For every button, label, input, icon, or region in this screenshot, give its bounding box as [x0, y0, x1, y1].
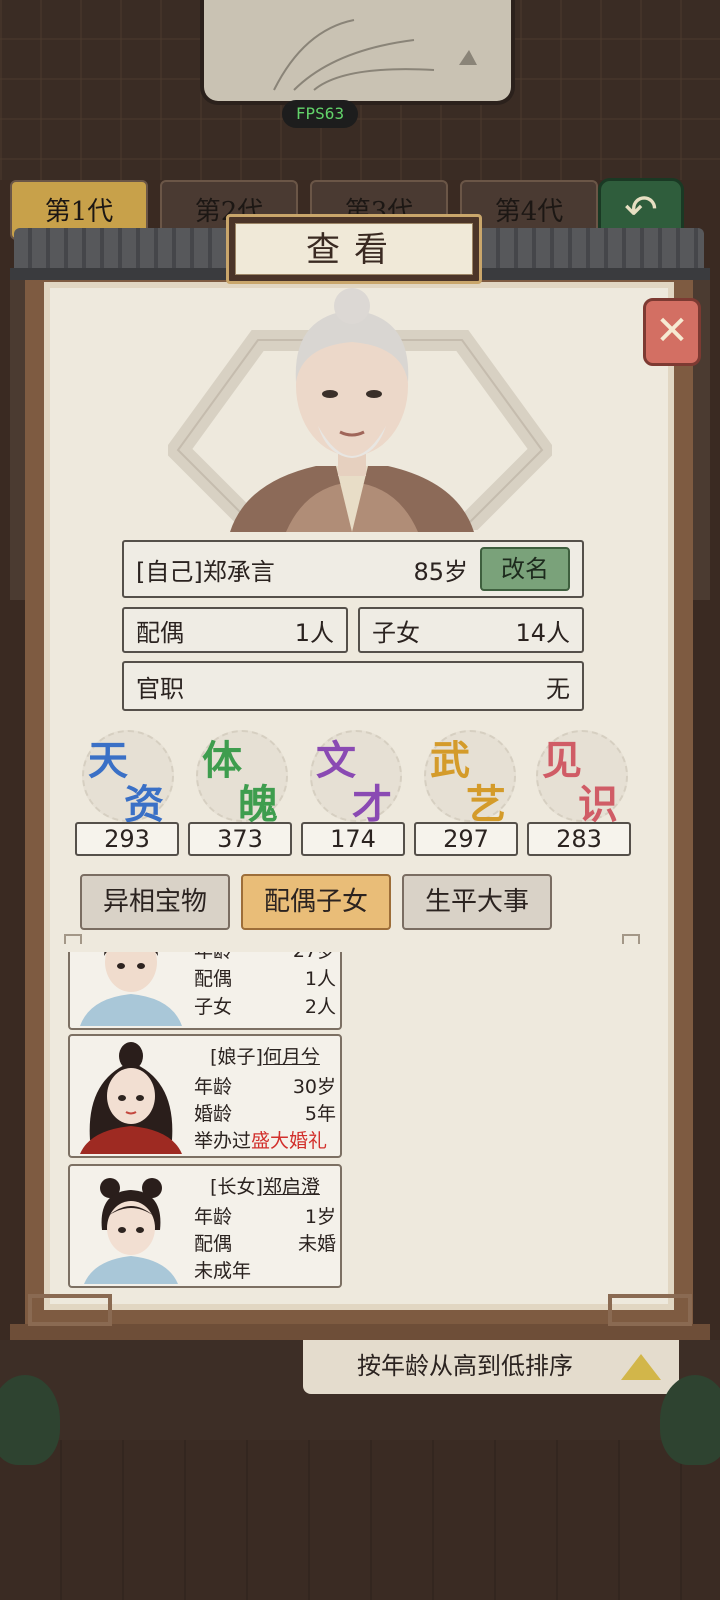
card-name-line: [娘子]何月兮	[194, 1042, 336, 1068]
person-age: 85岁	[413, 557, 468, 586]
card-line: 子女 2人	[194, 992, 336, 1018]
orchid-painting-icon	[273, 19, 477, 91]
dialog-title-plate: 查看	[226, 214, 482, 284]
person-name: [自己]郑承言	[136, 557, 275, 586]
fps-counter: FPS63	[282, 100, 358, 128]
tab-spouse-children[interactable]: 配偶子女	[241, 874, 391, 930]
tab-treasures[interactable]: 异相宝物	[80, 874, 230, 930]
elder-portrait	[230, 288, 474, 532]
card-name-link[interactable]: 郑启澄	[263, 1176, 320, 1198]
attribute-char-1: 体	[202, 737, 242, 784]
card-line: 配偶 1人	[194, 964, 336, 990]
card-role: [长女]	[210, 1176, 263, 1198]
attribute-literacy: 文 才	[302, 728, 410, 828]
attribute-value-knowledge: 283	[527, 822, 631, 856]
sort-label: 按年龄从高到低排序	[357, 1352, 573, 1380]
attribute-char-1: 文	[316, 737, 356, 784]
corner-decoration	[622, 934, 640, 944]
office-label: 官职	[136, 674, 184, 703]
attribute-value-literacy: 174	[301, 822, 405, 856]
attribute-char-1: 天	[88, 737, 128, 784]
card-event-prefix: 举办过	[194, 1130, 252, 1152]
close-icon[interactable]: ✕	[643, 298, 701, 366]
card-value: 27岁	[293, 952, 336, 962]
card-value: 30岁	[292, 1076, 336, 1098]
family-list[interactable]: 年龄 27岁 配偶 1人 子女 2人 [娘子]何月兮 年龄 30岁	[62, 952, 652, 1292]
attribute-value-physique: 373	[188, 822, 292, 856]
children-label: 子女	[372, 618, 420, 647]
tab-life-events[interactable]: 生平大事	[402, 874, 552, 930]
card-label: 婚龄	[194, 1103, 233, 1125]
card-status: 未成年	[194, 1260, 252, 1282]
attribute-char-1: 见	[542, 737, 582, 784]
attribute-char-1: 武	[430, 737, 470, 784]
corner-decoration	[64, 934, 82, 944]
card-name-line: [长女]郑启澄	[194, 1172, 336, 1198]
card-line: 年龄 30岁	[194, 1072, 336, 1098]
family-card[interactable]: 年龄 27岁 配偶 1人 子女 2人	[68, 952, 342, 1030]
office-value: 无	[546, 674, 570, 703]
card-value: 1人	[304, 968, 336, 990]
card-line: 年龄 1岁	[194, 1202, 336, 1228]
card-event-line: 举办过 盛大婚礼	[194, 1126, 344, 1152]
rename-button[interactable]: 改名	[480, 547, 570, 591]
family-card[interactable]: [娘子]何月兮 年龄 30岁 婚龄 5年 举办过 盛大婚礼	[68, 1034, 342, 1158]
card-label: 年龄	[194, 1206, 233, 1228]
dialog-footer-frame	[10, 1294, 710, 1340]
card-value: 1岁	[304, 1206, 336, 1228]
card-role: [娘子]	[210, 1046, 263, 1068]
sort-triangle-icon	[621, 1354, 661, 1380]
card-value: 未婚	[297, 1233, 336, 1255]
attribute-value-martial: 297	[414, 822, 518, 856]
attribute-martial: 武 艺	[416, 728, 524, 828]
card-label: 子女	[194, 996, 233, 1018]
card-label: 配偶	[194, 968, 233, 990]
sort-button[interactable]: 按年龄从高到低排序	[303, 1338, 679, 1394]
card-line: 未成年	[194, 1256, 336, 1282]
name-row: [自己]郑承言 85岁 改名	[122, 540, 584, 598]
wall-painting	[200, 0, 515, 105]
card-line: 婚龄 5年	[194, 1099, 336, 1125]
card-label: 配偶	[194, 1233, 233, 1255]
wife-avatar	[80, 1042, 182, 1154]
card-name-link[interactable]: 何月兮	[263, 1046, 320, 1068]
card-line: 配偶 未婚	[194, 1229, 336, 1255]
card-value: 2人	[304, 996, 336, 1018]
attribute-physique: 体 魄	[188, 728, 296, 828]
card-line: 年龄 27岁	[194, 952, 336, 962]
plant-right-icon	[660, 1375, 720, 1465]
office-row: 官职 无	[122, 661, 584, 711]
card-label: 年龄	[194, 952, 232, 962]
daughter-avatar	[84, 1178, 178, 1284]
card-event-highlight: 盛大婚礼	[251, 1130, 328, 1152]
children-row: 子女 14人	[358, 607, 584, 653]
family-card[interactable]: [长女]郑启澄 年龄 1岁 配偶 未婚 未成年	[68, 1164, 342, 1288]
bottom-wood-strip	[0, 1440, 720, 1600]
spouse-label: 配偶	[136, 618, 184, 647]
attribute-value-talent: 293	[75, 822, 179, 856]
card-label: 年龄	[194, 1076, 233, 1098]
dialog-title: 查看	[235, 223, 473, 275]
card-value: 5年	[304, 1103, 336, 1125]
children-value: 14人	[515, 618, 570, 647]
attribute-talent: 天 资	[74, 728, 182, 828]
spouse-row: 配偶 1人	[122, 607, 348, 653]
attribute-knowledge: 见 识	[528, 728, 636, 828]
child-avatar	[80, 952, 182, 1026]
spouse-value: 1人	[294, 618, 334, 647]
